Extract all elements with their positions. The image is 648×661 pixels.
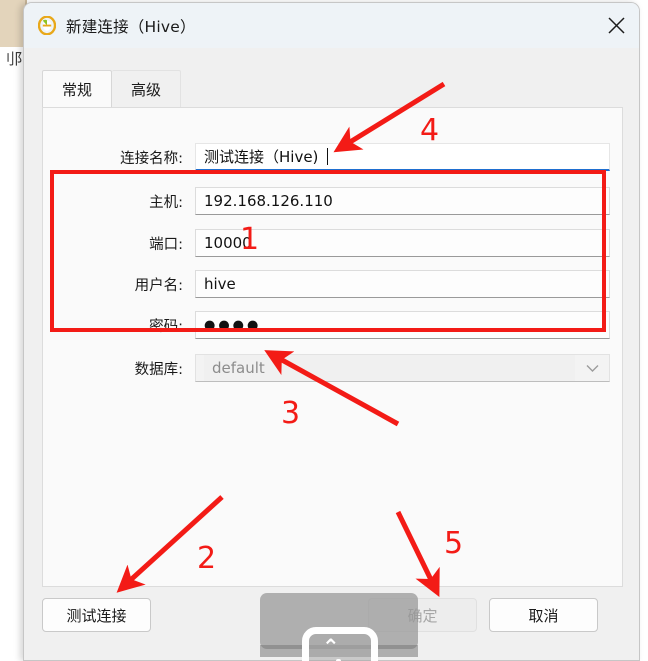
field-row-username: 用户名: hive — [43, 269, 622, 299]
connection-name-value: 测试连接（Hive) — [204, 148, 319, 166]
username-input[interactable]: hive — [195, 270, 610, 298]
general-tab-panel: 连接名称: 测试连接（Hive) 主机: 192.168.126.110 端口:… — [42, 107, 623, 587]
port-value: 10000 — [204, 234, 252, 252]
port-input[interactable]: 10000 — [195, 229, 610, 257]
field-row-host: 主机: 192.168.126.110 — [43, 186, 622, 216]
ok-button[interactable]: 确定 — [368, 598, 477, 632]
cancel-label: 取消 — [528, 606, 559, 625]
database-label: 数据库: — [134, 361, 183, 378]
field-row-port: 端口: 10000 — [43, 228, 622, 258]
chevron-down-icon[interactable] — [575, 355, 609, 381]
password-input[interactable]: ●●●● — [195, 311, 610, 339]
host-value: 192.168.126.110 — [204, 192, 333, 210]
cancel-button[interactable]: 取消 — [489, 598, 598, 632]
password-label: 密码: — [149, 318, 183, 335]
username-value: hive — [204, 275, 236, 293]
app-logo-icon — [37, 15, 57, 36]
tab-advanced-label: 高级 — [131, 81, 162, 99]
field-row-database: 数据库: default — [43, 353, 622, 383]
close-icon[interactable] — [593, 3, 639, 48]
dialog-title: 新建连接（Hive） — [66, 17, 196, 36]
database-value: default — [204, 355, 575, 381]
password-value: ●●●● — [204, 317, 262, 333]
test-connection-button[interactable]: 测试连接 — [42, 598, 151, 632]
tab-advanced[interactable]: 高级 — [112, 70, 182, 108]
ok-label: 确定 — [407, 606, 438, 625]
port-label: 端口: — [149, 236, 183, 253]
text-caret — [327, 148, 328, 165]
tab-general[interactable]: 常规 — [42, 70, 113, 108]
tab-strip: 常规 高级 — [42, 70, 182, 108]
test-connection-label: 测试连接 — [66, 606, 127, 625]
field-row-password: 密码: ●●●● — [43, 310, 622, 340]
host-label: 主机: — [149, 194, 183, 211]
database-combobox[interactable]: default — [195, 354, 610, 382]
new-connection-dialog: 新建连接（Hive） 常规 高级 连接名称: 测试连接（Hive) 主机: 19… — [23, 2, 640, 661]
tab-general-label: 常规 — [62, 81, 93, 99]
field-row-connection-name: 连接名称: 测试连接（Hive) — [43, 142, 622, 172]
username-label: 用户名: — [134, 277, 183, 294]
connection-name-input[interactable]: 测试连接（Hive) — [195, 143, 610, 171]
connection-name-label: 连接名称: — [120, 150, 183, 167]
host-input[interactable]: 192.168.126.110 — [195, 187, 610, 215]
dialog-titlebar: 新建连接（Hive） — [24, 3, 639, 48]
